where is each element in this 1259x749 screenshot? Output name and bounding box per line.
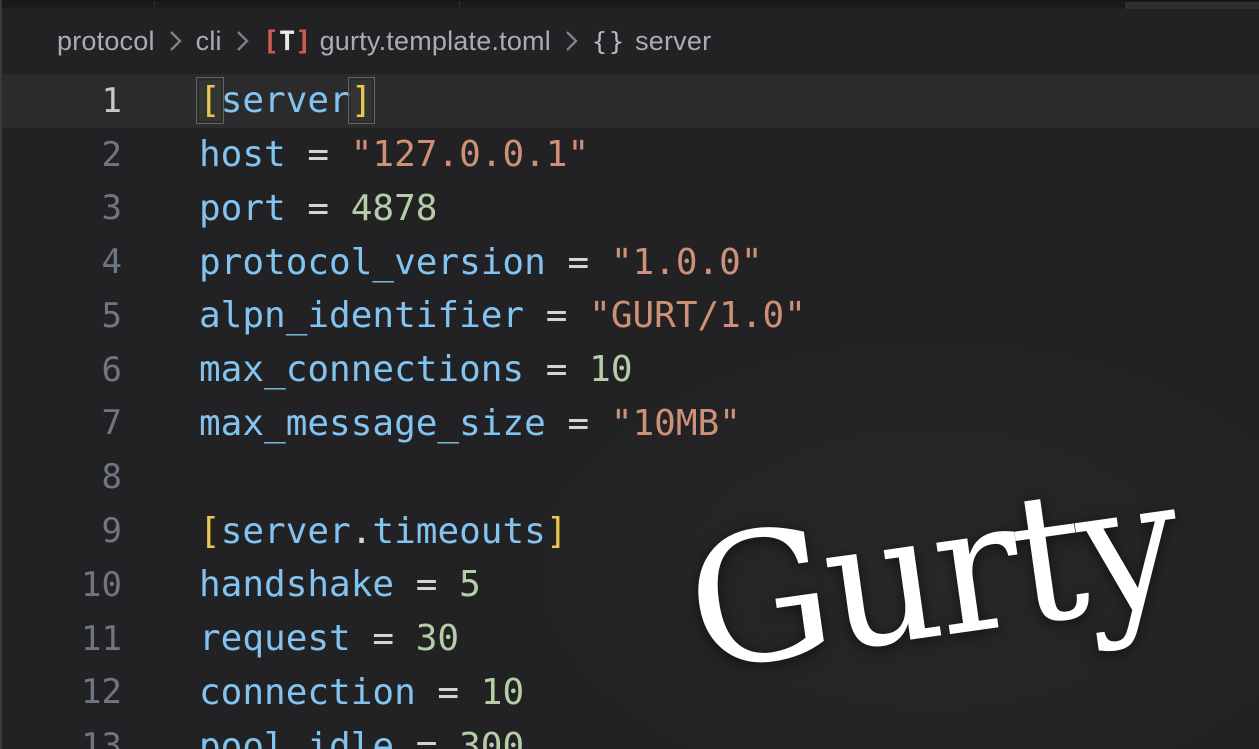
- line-number[interactable]: 1: [2, 81, 122, 121]
- line-number[interactable]: 4: [2, 242, 122, 282]
- line-number[interactable]: 13: [2, 726, 122, 749]
- token-number: 30: [416, 618, 459, 659]
- token-op: =: [286, 134, 351, 175]
- breadcrumb-folder-protocol[interactable]: protocol: [57, 26, 155, 57]
- code-line[interactable]: 10handshake = 5: [2, 558, 1259, 612]
- code-line[interactable]: 2host = "127.0.0.1": [2, 128, 1259, 182]
- token-bracket: [: [199, 80, 221, 121]
- token-key: pool_idle: [199, 726, 394, 749]
- token-op: =: [394, 726, 459, 749]
- breadcrumb-file-name[interactable]: gurty.template.toml: [320, 26, 551, 57]
- code-line[interactable]: 11request = 30: [2, 612, 1259, 666]
- code-text: request = 30: [122, 618, 459, 659]
- token-string: "127.0.0.1": [351, 134, 589, 175]
- code-text: alpn_identifier = "GURT/1.0": [122, 295, 806, 336]
- token-number: 300: [459, 726, 524, 749]
- token-op: .: [351, 511, 373, 552]
- code-text: max_message_size = "10MB": [122, 403, 741, 444]
- code-text: connection = 10: [122, 672, 524, 713]
- code-line[interactable]: 3port = 4878: [2, 182, 1259, 236]
- code-line[interactable]: 13pool_idle = 300: [2, 719, 1259, 749]
- token-op: =: [546, 242, 611, 283]
- token-op: =: [286, 188, 351, 229]
- code-line[interactable]: 4protocol_version = "1.0.0": [2, 235, 1259, 289]
- token-op: =: [416, 672, 481, 713]
- line-number[interactable]: 5: [2, 296, 122, 336]
- token-number: 4878: [351, 188, 438, 229]
- code-text: port = 4878: [122, 188, 437, 229]
- code-line[interactable]: 7max_message_size = "10MB": [2, 397, 1259, 451]
- token-string: "10MB": [611, 403, 741, 444]
- code-line[interactable]: 12connection = 10: [2, 665, 1259, 719]
- token-key: connection: [199, 672, 416, 713]
- code-text: protocol_version = "1.0.0": [122, 242, 763, 283]
- code-line[interactable]: 5alpn_identifier = "GURT/1.0": [2, 289, 1259, 343]
- code-line[interactable]: 8: [2, 450, 1259, 504]
- token-key: max_connections: [199, 349, 524, 390]
- code-text: max_connections = 10: [122, 349, 633, 390]
- line-number[interactable]: 9: [2, 511, 122, 551]
- code-line[interactable]: 6max_connections = 10: [2, 343, 1259, 397]
- token-op: =: [351, 618, 416, 659]
- breadcrumb-symbol-server[interactable]: server: [635, 26, 711, 57]
- token-number: 5: [459, 564, 481, 605]
- editor-window: protocol cli [T] gurty.template.toml {} …: [0, 0, 1259, 749]
- token-key: alpn_identifier: [199, 295, 524, 336]
- code-text: [server]: [122, 80, 372, 121]
- code-lines[interactable]: 1[server]2host = "127.0.0.1"3port = 4878…: [2, 74, 1259, 749]
- token-op: =: [524, 295, 589, 336]
- code-text: [server.timeouts]: [122, 511, 568, 552]
- token-bracket: ]: [546, 511, 568, 552]
- symbol-namespace-icon: {}: [592, 27, 626, 56]
- code-text: handshake = 5: [122, 564, 481, 605]
- chevron-right-icon: [169, 30, 182, 52]
- token-op: =: [394, 564, 459, 605]
- line-number[interactable]: 10: [2, 565, 122, 605]
- tab-bar-edge: [2, 0, 1259, 8]
- token-key: server: [221, 511, 351, 552]
- token-key: max_message_size: [199, 403, 546, 444]
- code-line[interactable]: 1[server]: [2, 74, 1259, 128]
- code-text: host = "127.0.0.1": [122, 134, 589, 175]
- line-number[interactable]: 3: [2, 188, 122, 228]
- token-bracket: [: [199, 511, 221, 552]
- line-number[interactable]: 11: [2, 619, 122, 659]
- chevron-right-icon: [236, 30, 249, 52]
- token-bracket: ]: [351, 80, 373, 121]
- token-key: timeouts: [372, 511, 545, 552]
- token-key: port: [199, 188, 286, 229]
- token-op: =: [524, 349, 589, 390]
- code-line[interactable]: 9[server.timeouts]: [2, 504, 1259, 558]
- token-number: 10: [589, 349, 632, 390]
- token-key: handshake: [199, 564, 394, 605]
- token-string: "1.0.0": [611, 242, 763, 283]
- line-number[interactable]: 6: [2, 350, 122, 390]
- line-number[interactable]: 8: [2, 457, 122, 497]
- token-op: =: [546, 403, 611, 444]
- toml-file-icon: [T]: [263, 26, 310, 57]
- token-key: request: [199, 618, 351, 659]
- token-key: server: [221, 80, 351, 121]
- breadcrumb: protocol cli [T] gurty.template.toml {} …: [2, 8, 1259, 74]
- token-number: 10: [481, 672, 524, 713]
- chevron-right-icon: [565, 30, 578, 52]
- token-string: "GURT/1.0": [589, 295, 806, 336]
- token-key: host: [199, 134, 286, 175]
- line-number[interactable]: 2: [2, 135, 122, 175]
- code-text: pool_idle = 300: [122, 726, 524, 749]
- token-key: protocol_version: [199, 242, 546, 283]
- breadcrumb-folder-cli[interactable]: cli: [196, 26, 222, 57]
- line-number[interactable]: 12: [2, 672, 122, 712]
- line-number[interactable]: 7: [2, 403, 122, 443]
